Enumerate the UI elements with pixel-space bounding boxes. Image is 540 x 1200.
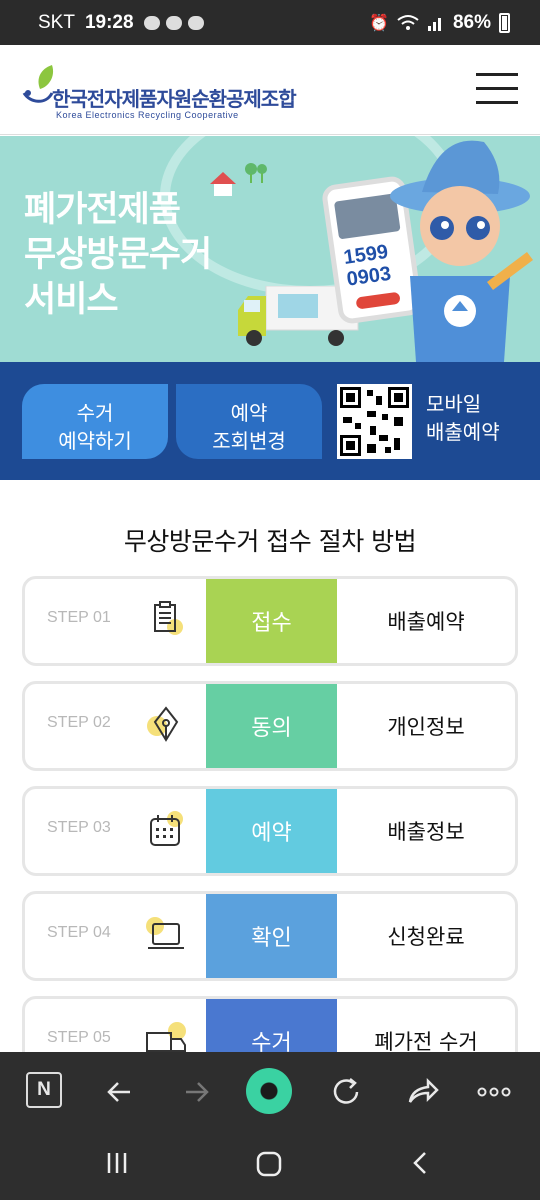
process-step[interactable]: STEP 01 접수 배출예약 — [22, 576, 518, 666]
calendar-icon — [150, 811, 183, 846]
recent-apps-icon[interactable] — [104, 1150, 130, 1176]
pen-nib-icon — [147, 706, 179, 742]
back-icon[interactable] — [408, 1150, 434, 1176]
process-step[interactable]: STEP 02 동의 개인정보 — [22, 681, 518, 771]
refresh-icon[interactable] — [326, 1072, 366, 1112]
mobile-label-line: 배출예약 — [426, 420, 500, 444]
step-number: STEP 02 — [47, 714, 111, 731]
system-navigation-bar — [0, 1128, 540, 1200]
step-number: STEP 05 — [47, 1029, 111, 1046]
chrome-notification-icon — [165, 15, 182, 30]
banner-title-line: 서비스 — [24, 280, 119, 320]
qr-code-icon[interactable] — [337, 384, 412, 459]
button-label-line: 수거 — [76, 400, 114, 425]
home-circle-icon[interactable] — [246, 1068, 292, 1114]
carrier-label: SKT — [38, 11, 75, 33]
process-step[interactable]: STEP 04 확인 신청완료 — [22, 891, 518, 981]
collection-reservation-button[interactable]: 수거 예약하기 — [22, 384, 168, 459]
logo-korean-name: 한국전자제품자원순환공제조합 — [52, 87, 297, 111]
step-number: STEP 03 — [47, 819, 111, 836]
banner-title: 폐가전제품 무상방문수거 서비스 — [24, 188, 212, 323]
back-arrow-icon[interactable] — [100, 1072, 140, 1112]
step-label: 동의 — [206, 684, 337, 768]
clipboard-icon — [154, 601, 183, 635]
reservation-lookup-button[interactable]: 예약 조회변경 — [176, 384, 322, 459]
notification-icons — [143, 15, 204, 30]
hamburger-menu-icon[interactable] — [476, 73, 518, 107]
button-label-line: 예약하기 — [58, 428, 132, 453]
banner-title-line: 폐가전제품 — [24, 190, 181, 230]
step-description: 신청완료 — [387, 925, 465, 949]
house-icon — [210, 172, 236, 196]
status-bar: SKT 19:28 ⏰ 86% — [0, 0, 540, 45]
signal-icon — [427, 17, 441, 31]
home-icon[interactable] — [255, 1150, 283, 1178]
site-header: 한국전자제품자원순환공제조합 Korea Electronics Recycli… — [0, 45, 540, 135]
wifi-icon — [397, 14, 419, 30]
more-icon[interactable] — [474, 1072, 514, 1112]
step-description: 개인정보 — [387, 715, 465, 739]
n-icon[interactable]: N — [26, 1072, 62, 1108]
talk-notification-icon — [143, 15, 160, 30]
step-description: 배출정보 — [387, 820, 465, 844]
clock: 19:28 — [84, 11, 134, 33]
forward-arrow-icon[interactable] — [176, 1072, 216, 1112]
step-label: 예약 — [206, 789, 337, 873]
process-section-title: 무상방문수거 접수 절차 방법 — [123, 527, 417, 556]
step-number: STEP 04 — [47, 924, 111, 941]
pay-notification-icon — [187, 15, 204, 30]
mobile-label-line: 모바일 — [426, 392, 482, 416]
status-icons: ⏰ 86% — [369, 12, 510, 34]
logo-english-name: Korea Electronics Recycling Cooperative — [56, 110, 239, 120]
share-icon[interactable] — [402, 1072, 442, 1112]
mascot-illustration — [390, 140, 533, 362]
mobile-reservation-link[interactable]: 모바일 배출예약 — [426, 390, 500, 446]
step-label: 확인 — [206, 894, 337, 978]
site-logo[interactable]: 한국전자제품자원순환공제조합 Korea Electronics Recycli… — [22, 59, 297, 123]
step-description: 배출예약 — [387, 610, 465, 634]
hero-banner: 폐가전제품 무상방문수거 서비스 1599 0903 — [0, 136, 540, 362]
step-number: STEP 01 — [47, 609, 111, 626]
button-label-line: 예약 — [230, 400, 268, 425]
battery-percent: 86% — [452, 11, 491, 33]
button-label-line: 조회변경 — [212, 428, 286, 453]
banner-title-line: 무상방문수거 — [24, 235, 212, 275]
step-label: 접수 — [206, 579, 337, 663]
quick-action-bar: 수거 예약하기 예약 조회변경 모바일 배출예약 — [0, 362, 540, 480]
process-step[interactable]: STEP 03 예약 배출정보 — [22, 786, 518, 876]
browser-toolbar: N — [0, 1052, 540, 1128]
alarm-icon: ⏰ — [369, 13, 389, 32]
trees-icon — [245, 163, 267, 183]
battery-icon — [499, 12, 510, 33]
laptop-icon — [146, 917, 184, 949]
